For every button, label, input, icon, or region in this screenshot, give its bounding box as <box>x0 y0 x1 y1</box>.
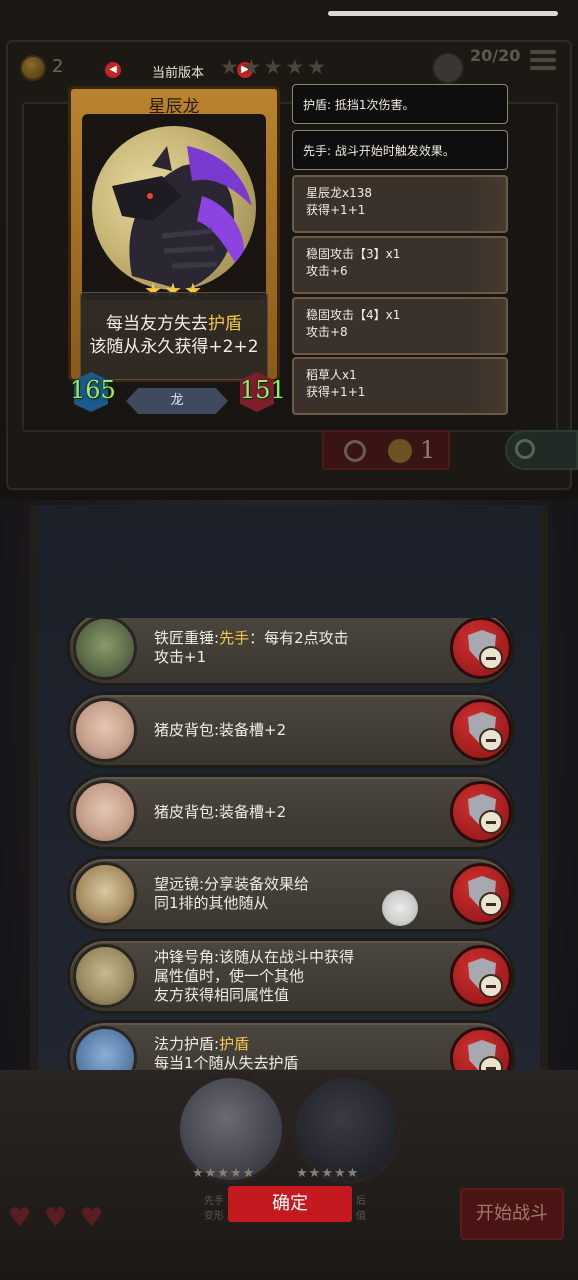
equip-line: 每当1个随从失去护盾 <box>154 1054 299 1070</box>
trigger-name: 稳固攻击【3】x1 <box>306 247 401 261</box>
equipment-item-hammer[interactable]: 铁匠重锤:先手：每有2点攻击 攻击+1 <box>67 618 515 686</box>
minus-icon <box>479 646 503 670</box>
trigger-item: 稻草人x1 获得+1+1 <box>292 357 508 415</box>
remove-equipment-button[interactable] <box>450 699 512 761</box>
search-icon <box>515 439 535 459</box>
keyword-tooltip-shield: 护盾: 抵挡1次伤害。 <box>292 84 508 124</box>
backpack-icon <box>73 780 137 844</box>
trigger-item: 稳固攻击【3】x1 攻击+6 <box>292 236 508 294</box>
trigger-amount: 攻击+6 <box>306 264 348 278</box>
trigger-name: 稻草人x1 <box>306 368 357 382</box>
minus-icon <box>479 810 503 834</box>
trigger-name: 稳固攻击【4】x1 <box>306 308 401 322</box>
slot-stars-left: ★★★★★ <box>192 1166 256 1181</box>
minus-icon <box>479 974 503 998</box>
desc-text-line2: 该随从永久获得+2+2 <box>89 337 259 357</box>
version-prev-button[interactable]: ◀ <box>105 62 121 78</box>
equip-line: 铁匠重锤: <box>154 629 220 647</box>
desc-text: 每当友方失去 <box>106 314 208 334</box>
desc-keyword[interactable]: 护盾 <box>208 314 242 334</box>
equip-line: 友方获得相同属性值 <box>154 985 290 1004</box>
card-description: 每当友方失去护盾 该随从永久获得+2+2 <box>80 292 268 380</box>
game-screen: 2 ◀ 当前版本 ▶ ★★★★★ 20/20 1 星辰龙 ★★★ 每当友方失去护… <box>0 0 578 1280</box>
trigger-amount: 获得+1+1 <box>306 203 366 217</box>
trigger-amount: 攻击+8 <box>306 325 348 339</box>
trigger-amount: 获得+1+1 <box>306 385 366 399</box>
remove-equipment-button[interactable] <box>450 618 512 679</box>
health-value: 151 <box>240 376 286 404</box>
remove-equipment-button[interactable] <box>450 1027 512 1070</box>
remove-equipment-button[interactable] <box>450 945 512 1007</box>
confirm-hint-right: 后 值 <box>356 1196 366 1222</box>
trigger-item: 星辰龙x138 获得+1+1 <box>292 175 508 233</box>
heart-icon: ♥ <box>44 1203 68 1233</box>
trigger-item: 稳固攻击【4】x1 攻击+8 <box>292 297 508 355</box>
keyword-tooltip-first-strike: 先手: 战斗开始时触发效果。 <box>292 130 508 170</box>
touch-indicator <box>382 890 418 926</box>
equipment-text: 铁匠重锤:先手：每有2点攻击 攻击+1 <box>154 618 434 683</box>
equip-line: 猪皮背包:装备槽+2 <box>154 802 287 821</box>
remove-equipment-button[interactable] <box>450 781 512 843</box>
slot-stars-right: ★★★★★ <box>296 1166 360 1181</box>
equipment-text: 猪皮背包:装备槽+2 <box>154 695 434 765</box>
telescope-icon <box>73 862 137 926</box>
equipment-item-backpack[interactable]: 猪皮背包:装备槽+2 <box>67 692 515 768</box>
dragon-portrait <box>92 126 256 290</box>
minus-icon <box>479 728 503 752</box>
hammer-icon <box>73 618 137 680</box>
version-label: 当前版本 <box>152 66 205 81</box>
equip-line: 法力护盾: <box>154 1035 220 1053</box>
gold-count: 2 <box>52 56 64 77</box>
refresh-icon <box>344 440 366 462</box>
search-button[interactable] <box>505 430 578 470</box>
equipment-item-mana-shield[interactable]: 法力护盾:护盾 每当1个随从失去护盾 <box>67 1020 515 1070</box>
equipment-list[interactable]: 铁匠重锤:先手：每有2点攻击 攻击+1 猪皮背包:装备槽+2 猪皮背包:装备槽+… <box>67 618 515 1070</box>
refresh-cost: 1 <box>420 436 436 464</box>
tribe-badge: 龙 <box>126 388 228 414</box>
attack-value: 165 <box>70 376 116 404</box>
equip-line: 冲锋号角:该随从在战斗中获得 <box>154 947 355 966</box>
confirm-hint-left: 先手 变形 <box>204 1196 224 1222</box>
heart-icon: ♥ <box>8 1203 32 1233</box>
start-battle-button[interactable]: 开始战斗 <box>460 1188 564 1240</box>
equipment-item-horn[interactable]: 冲锋号角:该随从在战斗中获得 属性值时，使一个其他 友方获得相同属性值 <box>67 938 515 1014</box>
menu-icon[interactable] <box>530 50 556 70</box>
status-bar-indicator <box>328 11 558 16</box>
horn-icon <box>73 944 137 1008</box>
refresh-button[interactable]: 1 <box>322 430 450 470</box>
equip-keyword[interactable]: 先手 <box>219 629 249 647</box>
equipment-item-backpack[interactable]: 猪皮背包:装备槽+2 <box>67 774 515 850</box>
equip-line: 属性值时，使一个其他 <box>154 966 305 985</box>
minus-icon <box>479 892 503 916</box>
equip-line: 攻击+1 <box>154 648 207 666</box>
mana-shield-icon <box>73 1026 137 1070</box>
equip-line: ：每有2点攻击 <box>249 629 349 647</box>
minion-card[interactable]: 星辰龙 ★★★ 每当友方失去护盾 该随从永久获得+2+2 165 龙 151 <box>68 86 286 416</box>
coin-icon <box>388 439 412 463</box>
bottom-bar <box>0 1070 578 1280</box>
equipment-text: 冲锋号角:该随从在战斗中获得 属性值时，使一个其他 友方获得相同属性值 <box>154 941 434 1011</box>
trigger-name: 星辰龙x138 <box>306 186 373 200</box>
minus-icon <box>479 1056 503 1070</box>
gold-coin-icon <box>20 55 46 81</box>
equipment-text: 法力护盾:护盾 每当1个随从失去护盾 <box>154 1023 434 1070</box>
tier-stars: ★★★★★ <box>220 55 330 79</box>
equip-line: 猪皮背包:装备槽+2 <box>154 720 287 739</box>
card-name: 星辰龙 <box>148 97 200 117</box>
equip-keyword[interactable]: 护盾 <box>219 1035 249 1053</box>
equipment-item-telescope[interactable]: 望远镜:分享装备效果给 同1排的其他随从 <box>67 856 515 932</box>
remove-equipment-button[interactable] <box>450 863 512 925</box>
heart-icon: ♥ <box>80 1203 104 1233</box>
team-count: 20/20 <box>470 46 521 65</box>
backpack-icon <box>73 698 137 762</box>
player-avatar[interactable] <box>432 52 464 84</box>
equipment-text: 猪皮背包:装备槽+2 <box>154 777 434 847</box>
confirm-button[interactable]: 确定 <box>228 1186 352 1222</box>
